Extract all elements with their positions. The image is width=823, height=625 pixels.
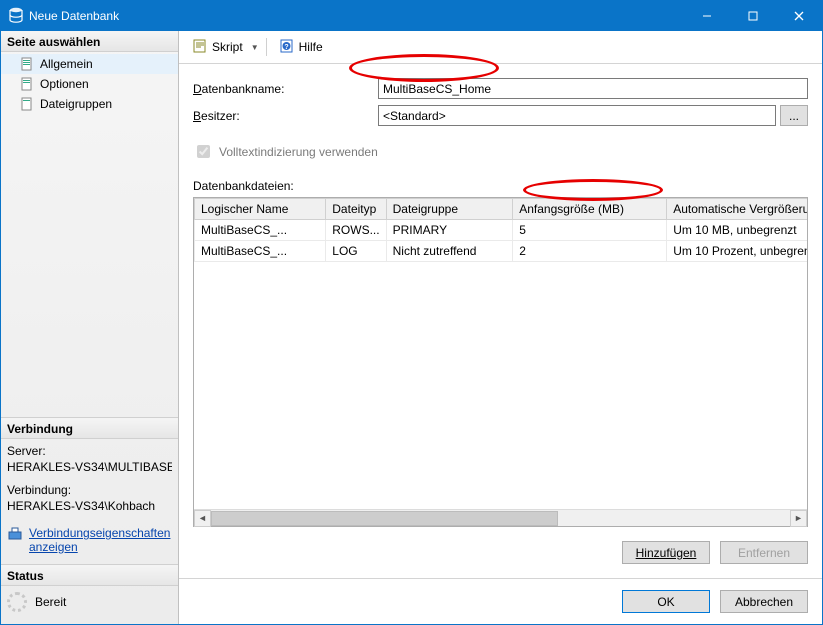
- col-filegroup[interactable]: Dateigruppe: [386, 199, 513, 220]
- owner-label: Besitzer:: [193, 109, 378, 123]
- dbname-input[interactable]: [378, 78, 808, 99]
- help-icon: ?: [279, 38, 295, 57]
- spinner-icon: [7, 592, 27, 612]
- ok-button[interactable]: OK: [622, 590, 710, 613]
- nav-item-label: Optionen: [40, 77, 89, 91]
- cancel-button[interactable]: Abbrechen: [720, 590, 808, 613]
- owner-row: Besitzer: ...: [193, 105, 808, 126]
- dialog-footer: OK Abbrechen: [179, 578, 822, 624]
- scroll-left-button[interactable]: ◄: [194, 510, 211, 527]
- status-row: Bereit: [1, 586, 178, 624]
- grid-header-row: Logischer Name Dateityp Dateigruppe Anfa…: [195, 199, 808, 220]
- sidebar: Seite auswählen Allgemein Optionen Datei…: [1, 31, 179, 624]
- connection-info: Server: HERAKLES-VS34\MULTIBASECS Verbin…: [1, 439, 178, 522]
- properties-icon: [7, 526, 23, 542]
- server-label: Server:: [7, 443, 172, 459]
- dialog-window: Neue Datenbank Seite auswählen Allgemein…: [0, 0, 823, 625]
- script-icon: [192, 38, 208, 57]
- page-icon: [19, 96, 35, 112]
- content-area: Datenbankname: Besitzer: ... Volltextind…: [179, 64, 822, 578]
- connection-label: Verbindung:: [7, 482, 172, 498]
- section-header-pages: Seite auswählen: [1, 31, 178, 52]
- toolbar-separator: [266, 38, 267, 56]
- col-logical-name[interactable]: Logischer Name: [195, 199, 326, 220]
- nav-item-label: Dateigruppen: [40, 97, 112, 111]
- files-label: Datenbankdateien:: [193, 179, 808, 193]
- nav-item-options[interactable]: Optionen: [1, 74, 178, 94]
- maximize-button[interactable]: [730, 1, 776, 31]
- cell-initial-size[interactable]: 2: [513, 241, 667, 262]
- script-dropdown-caret[interactable]: ▼: [251, 43, 259, 52]
- col-autogrowth[interactable]: Automatische Vergrößerung/Maximale Größe: [667, 199, 807, 220]
- page-icon: [19, 76, 35, 92]
- add-button[interactable]: Hinzufügen: [622, 541, 710, 564]
- table-row[interactable]: MultiBaseCS_... LOG Nicht zutreffend 2 U…: [195, 241, 808, 262]
- status-value: Bereit: [35, 595, 66, 609]
- dbname-label: Datenbankname:: [193, 82, 378, 96]
- files-grid-scroll[interactable]: Logischer Name Dateityp Dateigruppe Anfa…: [194, 198, 807, 509]
- owner-input[interactable]: [378, 105, 776, 126]
- minimize-button[interactable]: [684, 1, 730, 31]
- files-grid: Logischer Name Dateityp Dateigruppe Anfa…: [194, 198, 807, 262]
- col-initial-size[interactable]: Anfangsgröße (MB): [513, 199, 667, 220]
- server-value: HERAKLES-VS34\MULTIBASECS: [7, 459, 172, 475]
- cell-logical-name[interactable]: MultiBaseCS_...: [195, 241, 326, 262]
- section-header-connection: Verbindung: [1, 417, 178, 439]
- cell-autogrowth: Um 10 Prozent, unbegrenzt: [667, 241, 807, 262]
- table-row[interactable]: MultiBaseCS_... ROWS... PRIMARY 5 Um 10 …: [195, 220, 808, 241]
- cell-filegroup: Nicht zutreffend: [386, 241, 513, 262]
- scroll-right-button[interactable]: ►: [790, 510, 807, 527]
- dialog-body: Seite auswählen Allgemein Optionen Datei…: [1, 31, 822, 624]
- connection-properties-link[interactable]: Verbindungseigenschaften anzeigen: [29, 526, 172, 554]
- main-panel: Skript ▼ ? Hilfe Datenbankname: Besitzer…: [179, 31, 822, 624]
- fulltext-label: Volltextindizierung verwenden: [219, 145, 378, 159]
- files-grid-wrap: Logischer Name Dateityp Dateigruppe Anfa…: [193, 197, 808, 527]
- horizontal-scrollbar[interactable]: ◄ ►: [194, 509, 807, 526]
- toolbar: Skript ▼ ? Hilfe: [179, 31, 822, 64]
- fulltext-checkbox: [197, 145, 210, 158]
- page-icon: [19, 56, 35, 72]
- connection-props-row: Verbindungseigenschaften anzeigen: [1, 522, 178, 564]
- col-filetype[interactable]: Dateityp: [326, 199, 386, 220]
- scroll-thumb[interactable]: [211, 511, 558, 526]
- cell-filetype: LOG: [326, 241, 386, 262]
- cell-logical-name[interactable]: MultiBaseCS_...: [195, 220, 326, 241]
- cell-initial-size[interactable]: 5: [513, 220, 667, 241]
- connection-value: HERAKLES-VS34\Kohbach: [7, 498, 172, 514]
- titlebar: Neue Datenbank: [1, 1, 822, 31]
- nav-item-filegroups[interactable]: Dateigruppen: [1, 94, 178, 114]
- close-button[interactable]: [776, 1, 822, 31]
- grid-button-row: Hinzufügen Entfernen: [193, 527, 808, 578]
- section-header-status: Status: [1, 564, 178, 586]
- database-icon: [9, 7, 23, 26]
- window-buttons: [684, 1, 822, 31]
- svg-text:?: ?: [284, 44, 288, 51]
- window-title: Neue Datenbank: [29, 9, 684, 23]
- help-button[interactable]: ? Hilfe: [274, 36, 328, 59]
- dbname-row: Datenbankname:: [193, 78, 808, 99]
- nav-item-general[interactable]: Allgemein: [1, 54, 178, 74]
- help-label: Hilfe: [299, 40, 323, 54]
- cell-filetype: ROWS...: [326, 220, 386, 241]
- script-button[interactable]: Skript: [187, 36, 248, 59]
- remove-button: Entfernen: [720, 541, 808, 564]
- cell-filegroup[interactable]: PRIMARY: [386, 220, 513, 241]
- fulltext-row: Volltextindizierung verwenden: [193, 142, 808, 161]
- scroll-track[interactable]: [211, 510, 790, 527]
- page-nav-list: Allgemein Optionen Dateigruppen: [1, 52, 178, 124]
- cell-autogrowth: Um 10 MB, unbegrenzt: [667, 220, 807, 241]
- nav-item-label: Allgemein: [40, 57, 93, 71]
- owner-browse-button[interactable]: ...: [780, 105, 808, 126]
- script-label: Skript: [212, 40, 243, 54]
